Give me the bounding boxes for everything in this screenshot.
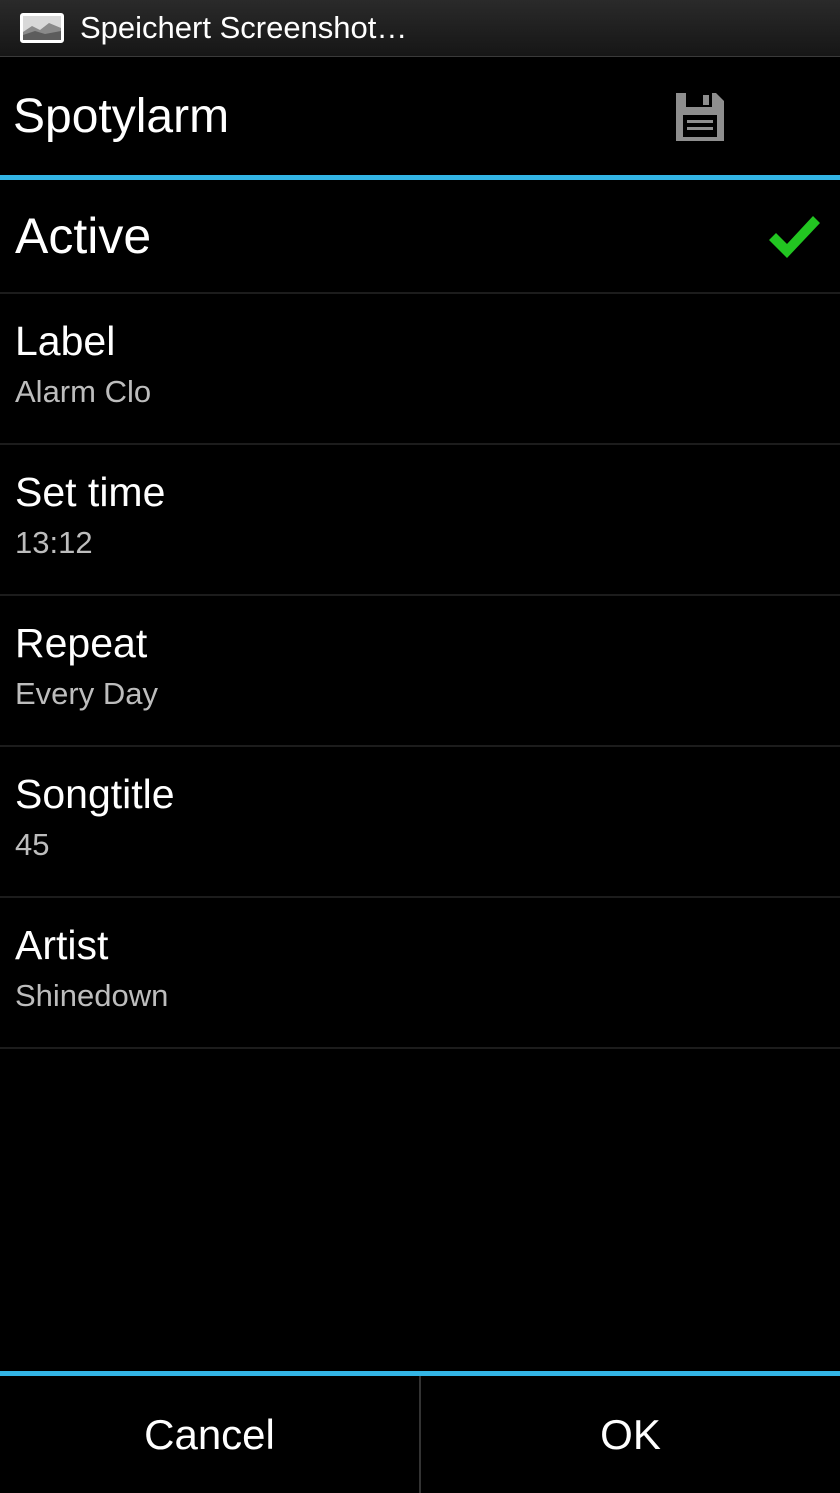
- notification-text: Speichert Screenshot…: [80, 10, 408, 45]
- songtitle-row[interactable]: Songtitle 45: [0, 747, 840, 898]
- floppy-disk-icon: [676, 93, 724, 141]
- app-title: Spotylarm: [13, 90, 230, 143]
- active-toggle-row[interactable]: Active: [0, 180, 840, 294]
- artist-value: Shinedown: [15, 978, 169, 1013]
- active-label: Active: [15, 208, 152, 264]
- set-time-value: 13:12: [15, 525, 93, 560]
- status-bar: Speichert Screenshot…: [0, 0, 840, 57]
- artist-title: Artist: [15, 922, 109, 968]
- repeat-value: Every Day: [15, 676, 158, 711]
- set-time-title: Set time: [15, 469, 166, 515]
- songtitle-value: 45: [15, 827, 50, 862]
- save-button[interactable]: [660, 80, 740, 154]
- action-bar: Spotylarm: [0, 58, 840, 175]
- repeat-row[interactable]: Repeat Every Day: [0, 596, 840, 747]
- artist-row[interactable]: Artist Shinedown: [0, 898, 840, 1049]
- label-title: Label: [15, 318, 116, 364]
- repeat-title: Repeat: [15, 620, 148, 666]
- label-row[interactable]: Label Alarm Clo: [0, 294, 840, 445]
- screenshot-icon: [20, 13, 64, 43]
- ok-button[interactable]: OK: [421, 1376, 840, 1493]
- set-time-row[interactable]: Set time 13:12: [0, 445, 840, 596]
- songtitle-title: Songtitle: [15, 771, 175, 817]
- settings-list: Active Label Alarm Clo Set time 13:12 Re…: [0, 180, 840, 1049]
- label-value: Alarm Clo: [15, 374, 152, 409]
- button-bar: Cancel OK: [0, 1376, 840, 1493]
- checkmark-icon[interactable]: [766, 213, 822, 261]
- cancel-button[interactable]: Cancel: [0, 1376, 419, 1493]
